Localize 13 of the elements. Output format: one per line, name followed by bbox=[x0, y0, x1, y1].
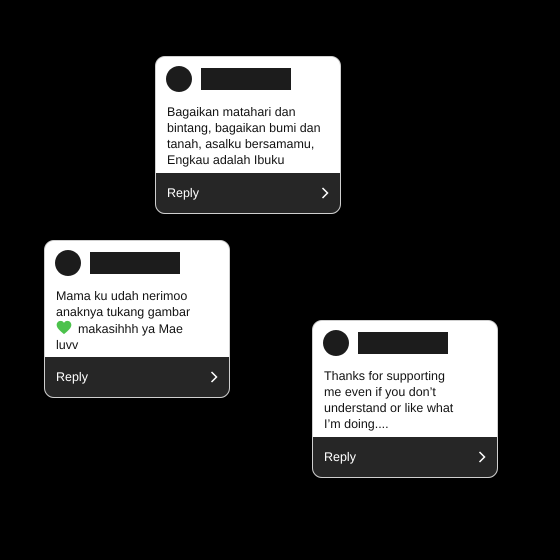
chevron-right-icon bbox=[478, 451, 486, 463]
avatar bbox=[55, 250, 81, 276]
comment-text: Mama ku udah nerimoo anaknya tukang gambar makasihhh ya Mae luvv bbox=[55, 288, 192, 354]
reply-button[interactable]: Reply bbox=[45, 357, 229, 397]
reply-button[interactable]: Reply bbox=[313, 437, 497, 477]
comment-text: Thanks for supporting me even if you don’t understand or like what I’m doing.... bbox=[323, 368, 454, 433]
reply-button[interactable]: Reply bbox=[156, 173, 340, 213]
heart-icon bbox=[56, 320, 72, 335]
chevron-right-icon bbox=[210, 371, 218, 383]
comment-text: Bagaikan matahari dan bintang, bagaikan bumi dan tanah, asalku bersamamu, Engkau adalah Ibuku bbox=[166, 104, 322, 169]
chevron-right-icon bbox=[321, 187, 329, 199]
avatar bbox=[323, 330, 349, 356]
avatar bbox=[166, 66, 192, 92]
